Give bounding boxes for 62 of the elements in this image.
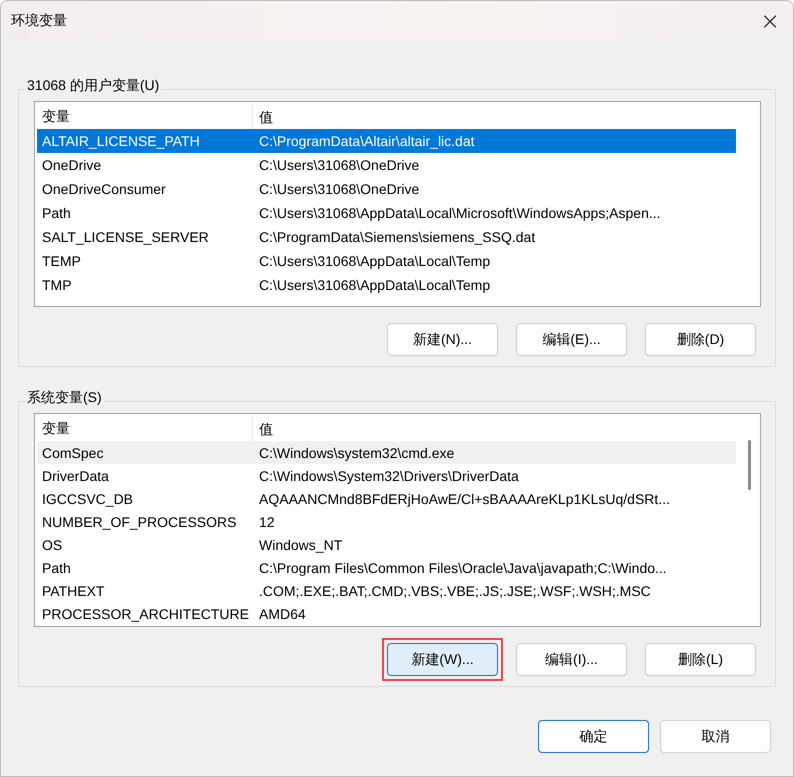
variable-list[interactable] <box>34 413 761 627</box>
group-label: 系统变量(S) <box>25 389 104 407</box>
variable-value: C:\Windows\System32\Drivers\DriverData <box>258 468 519 484</box>
list-row[interactable]: DriverData C:\Windows\System32\Drivers\DriverData <box>37 464 736 487</box>
variable-name: OneDriveConsumer <box>41 181 167 197</box>
variable-value: C:\Program Files\Common Files\Oracle\Java\javapath;C:\Windo... <box>258 560 667 576</box>
variable-value: C:\ProgramData\Altair\altair_lic.dat <box>258 133 475 149</box>
variable-value: C:\Users\31068\AppData\Local\Temp <box>258 277 490 293</box>
variable-name: TMP <box>41 277 73 293</box>
group-label: 31068 的用户变量(U) <box>25 77 162 95</box>
window-title: 环境变量 <box>11 12 67 30</box>
list-row[interactable]: NUMBER_OF_PROCESSORS 12 <box>37 510 736 533</box>
variable-name: SALT_LICENSE_SERVER <box>41 229 210 245</box>
dialog-button[interactable]: 新建(W)... <box>387 643 498 676</box>
variable-value: C:\Users\31068\OneDrive <box>258 181 420 197</box>
close-button[interactable]: × <box>747 1 793 41</box>
variable-name: IGCCSVC_DB <box>41 490 134 506</box>
variable-value: .COM;.EXE;.BAT;.CMD;.VBS;.VBE;.JS;.JSE;.WSF;.WSH;.MSC <box>258 582 651 598</box>
list-row[interactable]: OneDriveConsumer C:\Users\31068\OneDrive <box>37 177 736 201</box>
variable-name: PROCESSOR_ARCHITECTURE <box>41 606 250 622</box>
dialog-button[interactable]: 新建(N)... <box>387 323 498 356</box>
list-row[interactable]: PATHEXT .COM;.EXE;.BAT;.CMD;.VBS;.VBE;.JS;.JSE;.WSF;.WSH;.MSC <box>37 579 736 602</box>
column-header: 变量 <box>41 420 71 438</box>
list-row[interactable]: OS Windows_NT <box>37 533 736 556</box>
list-row[interactable]: OneDrive C:\Users\31068\OneDrive <box>37 153 736 177</box>
list-row[interactable]: Path C:\Program Files\Common Files\Oracle\Java\javapath;C:\Windo... <box>37 556 736 579</box>
dialog-button[interactable]: 取消 <box>660 720 771 753</box>
list-row[interactable]: IGCCSVC_DB AQAAANCMnd8BFdERjHoAwE/Cl+sBAAAAreKLp1KLsUq/dSRt... <box>37 487 736 510</box>
dialog-button[interactable]: 编辑(E)... <box>516 323 627 356</box>
variable-value: C:\Windows\system32\cmd.exe <box>258 444 454 460</box>
variable-value: C:\Users\31068\AppData\Local\Temp <box>258 253 490 269</box>
variable-name: DriverData <box>41 468 110 484</box>
variable-name: NUMBER_OF_PROCESSORS <box>41 514 238 530</box>
dialog-button[interactable]: 删除(L) <box>645 643 756 676</box>
variable-value: 12 <box>258 514 275 530</box>
list-row[interactable]: TMP C:\Users\31068\AppData\Local\Temp <box>37 273 736 297</box>
variable-value: C:\ProgramData\Siemens\siemens_SSQ.dat <box>258 229 536 245</box>
dialog-button[interactable]: 删除(D) <box>645 323 756 356</box>
column-header: 变量 <box>41 108 71 126</box>
variable-value: AQAAANCMnd8BFdERjHoAwE/Cl+sBAAAAreKLp1KLsUq/dSRt... <box>258 490 670 506</box>
variable-name: Path <box>41 205 72 221</box>
list-row[interactable]: TEMP C:\Users\31068\AppData\Local\Temp <box>37 249 736 273</box>
list-row[interactable]: SALT_LICENSE_SERVER C:\ProgramData\Siemens\siemens_SSQ.dat <box>37 225 736 249</box>
variable-name: OS <box>41 536 64 552</box>
list-row[interactable]: ComSpec C:\Windows\system32\cmd.exe <box>37 441 736 464</box>
variable-name: OneDrive <box>41 157 102 173</box>
variable-name: Path <box>41 560 72 576</box>
dialog-button[interactable]: 确定 <box>538 720 649 753</box>
scrollbar-thumb[interactable] <box>748 440 751 490</box>
variable-name: TEMP <box>41 253 82 269</box>
variable-list[interactable] <box>34 101 761 307</box>
variable-name: ALTAIR_LICENSE_PATH <box>41 133 201 149</box>
variable-value: Windows_NT <box>258 536 342 552</box>
dialog-button[interactable]: 编辑(I)... <box>516 643 627 676</box>
list-row[interactable]: PROCESSOR_ARCHITECTURE AMD64 <box>37 602 736 625</box>
variable-name: ComSpec <box>41 444 104 460</box>
variable-name: PATHEXT <box>41 582 106 598</box>
list-row[interactable]: Path C:\Users\31068\AppData\Local\Microsoft\WindowsApps;Aspen... <box>37 201 736 225</box>
variable-value: C:\Users\31068\AppData\Local\Microsoft\WindowsApps;Aspen... <box>258 205 661 221</box>
variable-value: AMD64 <box>258 606 306 622</box>
variable-value: C:\Users\31068\OneDrive <box>258 157 420 173</box>
list-row[interactable]: ALTAIR_LICENSE_PATH C:\ProgramData\Altair\altair_lic.dat <box>37 129 736 153</box>
